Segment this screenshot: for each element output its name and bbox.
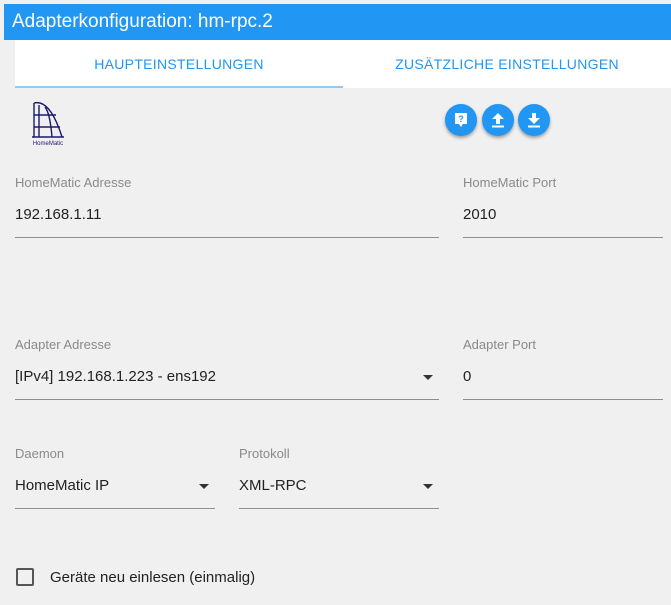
homematic-port-label: HomeMatic Port [463, 175, 557, 190]
homematic-logo-icon: HomeMatic [32, 101, 64, 147]
chevron-down-icon[interactable] [199, 484, 209, 489]
protocol-value[interactable]: XML-RPC [239, 477, 307, 494]
daemon-select[interactable]: Daemon HomeMatic IP [15, 446, 215, 510]
help-button[interactable]: ? [445, 104, 477, 136]
upload-button[interactable] [482, 104, 514, 136]
homematic-logo: HomeMatic [28, 97, 68, 149]
protocol-underline [239, 508, 439, 509]
adapter-address-select[interactable]: Adapter Adresse [IPv4] 192.168.1.223 - e… [15, 337, 439, 401]
homematic-port-underline [463, 237, 663, 238]
protocol-label: Protokoll [239, 446, 290, 461]
window-title: Adapterkonfiguration: hm-rpc.2 [4, 4, 671, 40]
adapter-address-value[interactable]: [IPv4] 192.168.1.223 - ens192 [15, 368, 216, 385]
daemon-value[interactable]: HomeMatic IP [15, 477, 109, 494]
tab-bar: HAUPTEINSTELLUNGEN ZUSÄTZLICHE EINSTELLU… [15, 40, 671, 88]
download-button[interactable] [518, 104, 550, 136]
adapter-port-field[interactable]: Adapter Port 0 [463, 337, 663, 401]
adapter-port-underline [463, 399, 663, 400]
reload-devices-label[interactable]: Geräte neu einlesen (einmalig) [50, 569, 255, 586]
chevron-down-icon[interactable] [423, 484, 433, 489]
protocol-select[interactable]: Protokoll XML-RPC [239, 446, 439, 510]
homematic-port-field[interactable]: HomeMatic Port 2010 [463, 175, 663, 239]
adapter-port-input[interactable]: 0 [463, 368, 471, 385]
svg-text:?: ? [458, 114, 464, 124]
homematic-port-input[interactable]: 2010 [463, 206, 496, 223]
homematic-address-input[interactable]: 192.168.1.11 [15, 206, 101, 223]
chevron-down-icon[interactable] [423, 375, 433, 380]
help-icon: ? [455, 113, 467, 127]
tab-main-settings[interactable]: HAUPTEINSTELLUNGEN [15, 40, 343, 88]
homematic-address-underline [15, 237, 439, 238]
daemon-underline [15, 508, 215, 509]
reload-devices-checkbox[interactable] [16, 568, 34, 586]
reload-devices-row[interactable]: Geräte neu einlesen (einmalig) [16, 568, 255, 586]
download-icon [528, 113, 540, 128]
upload-icon [492, 113, 504, 128]
adapter-address-underline [15, 399, 439, 400]
homematic-address-label: HomeMatic Adresse [15, 175, 132, 190]
tab-additional-settings[interactable]: ZUSÄTZLICHE EINSTELLUNGEN [343, 40, 671, 88]
logo-text: HomeMatic [33, 141, 63, 147]
adapter-address-label: Adapter Adresse [15, 337, 112, 352]
daemon-label: Daemon [15, 446, 65, 461]
homematic-address-field[interactable]: HomeMatic Adresse 192.168.1.11 [15, 175, 439, 239]
adapter-port-label: Adapter Port [463, 337, 536, 352]
